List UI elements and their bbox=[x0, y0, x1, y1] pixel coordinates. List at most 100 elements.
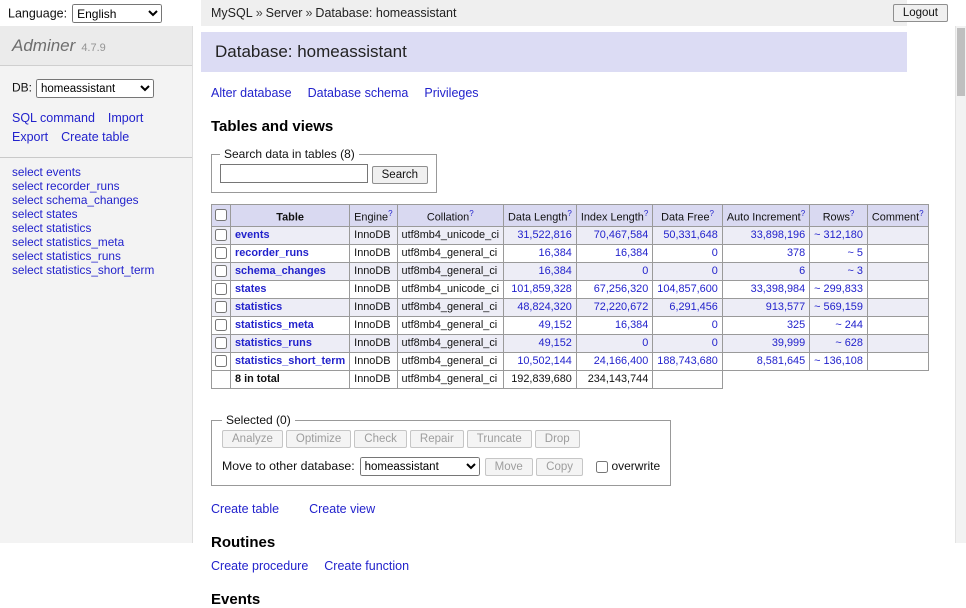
column-help-sup[interactable]: ? bbox=[644, 209, 648, 218]
create-function-link[interactable]: Create function bbox=[324, 559, 409, 573]
table-link[interactable]: statistics_meta bbox=[46, 235, 124, 249]
select-link[interactable]: select bbox=[12, 165, 43, 179]
column-header[interactable]: Collation? bbox=[397, 204, 503, 227]
rows-count-link[interactable]: ~ 628 bbox=[835, 337, 863, 349]
select-link[interactable]: select bbox=[12, 263, 43, 277]
rows-count-link[interactable]: ~ 136,108 bbox=[814, 355, 863, 367]
bulk-action-button[interactable]: Analyze bbox=[222, 430, 283, 448]
auto-increment-link[interactable]: 6 bbox=[799, 265, 805, 277]
row-checkbox[interactable] bbox=[215, 319, 227, 331]
data-free-link[interactable]: 0 bbox=[712, 265, 718, 277]
column-help-sup[interactable]: ? bbox=[469, 209, 473, 218]
table-name-link[interactable]: statistics_runs bbox=[235, 337, 312, 349]
move-button[interactable]: Move bbox=[485, 458, 533, 476]
auto-increment-link[interactable]: 33,898,196 bbox=[751, 229, 806, 241]
create-table-link-sidebar[interactable]: Create table bbox=[61, 130, 129, 144]
db-select[interactable]: homeassistant bbox=[36, 79, 154, 98]
data-length-link[interactable]: 49,152 bbox=[539, 319, 572, 331]
data-length-link[interactable]: 10,502,144 bbox=[517, 355, 572, 367]
import-link[interactable]: Import bbox=[108, 111, 143, 125]
column-help-sup[interactable]: ? bbox=[919, 209, 923, 218]
rows-count-link[interactable]: ~ 5 bbox=[847, 247, 862, 259]
index-length-link[interactable]: 24,166,400 bbox=[594, 355, 649, 367]
create-view-link[interactable]: Create view bbox=[309, 502, 375, 516]
bulk-action-button[interactable]: Drop bbox=[535, 430, 580, 448]
data-free-link[interactable]: 0 bbox=[712, 337, 718, 349]
language-select[interactable]: English bbox=[72, 4, 162, 23]
data-free-link[interactable]: 50,331,648 bbox=[663, 229, 718, 241]
row-checkbox[interactable] bbox=[215, 229, 227, 241]
index-length-link[interactable]: 16,384 bbox=[615, 247, 648, 259]
table-name-link[interactable]: recorder_runs bbox=[235, 247, 309, 259]
select-link[interactable]: select bbox=[12, 179, 43, 193]
table-link[interactable]: statistics bbox=[46, 221, 91, 235]
table-link[interactable]: states bbox=[46, 207, 77, 221]
table-name-link[interactable]: events bbox=[235, 229, 270, 241]
rows-count-link[interactable]: ~ 244 bbox=[835, 319, 863, 331]
copy-button[interactable]: Copy bbox=[536, 458, 583, 476]
select-link[interactable]: select bbox=[12, 207, 43, 221]
table-name-link[interactable]: statistics bbox=[235, 301, 282, 313]
rows-count-link[interactable]: ~ 3 bbox=[847, 265, 862, 277]
data-free-link[interactable]: 0 bbox=[712, 319, 718, 331]
column-help-sup[interactable]: ? bbox=[850, 209, 854, 218]
overwrite-checkbox[interactable] bbox=[596, 461, 608, 473]
data-length-link[interactable]: 101,859,328 bbox=[511, 283, 572, 295]
adminer-logo-link[interactable]: Adminer bbox=[12, 36, 75, 55]
database-schema-link[interactable]: Database schema bbox=[308, 86, 409, 100]
table-link[interactable]: recorder_runs bbox=[46, 179, 119, 193]
index-length-link[interactable]: 67,256,320 bbox=[594, 283, 649, 295]
index-length-link[interactable]: 0 bbox=[642, 265, 648, 277]
index-length-link[interactable]: 16,384 bbox=[615, 319, 648, 331]
select-link[interactable]: select bbox=[12, 249, 43, 263]
index-length-link[interactable]: 70,467,584 bbox=[594, 229, 649, 241]
search-input[interactable] bbox=[220, 164, 368, 183]
alter-database-link[interactable]: Alter database bbox=[211, 86, 292, 100]
export-link[interactable]: Export bbox=[12, 130, 48, 144]
rows-count-link[interactable]: ~ 569,159 bbox=[814, 301, 863, 313]
scrollbar-thumb[interactable] bbox=[957, 28, 965, 96]
column-help-sup[interactable]: ? bbox=[801, 209, 805, 218]
move-database-select[interactable]: homeassistant bbox=[360, 457, 480, 476]
table-link[interactable]: statistics_short_term bbox=[46, 263, 154, 277]
auto-increment-link[interactable]: 33,398,984 bbox=[751, 283, 806, 295]
bulk-action-button[interactable]: Repair bbox=[410, 430, 464, 448]
auto-increment-link[interactable]: 8,581,645 bbox=[757, 355, 805, 367]
table-link[interactable]: statistics_runs bbox=[46, 249, 121, 263]
row-checkbox[interactable] bbox=[215, 265, 227, 277]
bulk-action-button[interactable]: Optimize bbox=[286, 430, 351, 448]
auto-increment-link[interactable]: 39,999 bbox=[772, 337, 805, 349]
column-help-sup[interactable]: ? bbox=[567, 209, 571, 218]
privileges-link[interactable]: Privileges bbox=[424, 86, 478, 100]
bulk-action-button[interactable]: Truncate bbox=[467, 430, 532, 448]
column-header[interactable]: Data Free? bbox=[653, 204, 723, 227]
row-checkbox[interactable] bbox=[215, 247, 227, 259]
data-length-link[interactable]: 16,384 bbox=[539, 265, 572, 277]
row-checkbox[interactable] bbox=[215, 301, 227, 313]
create-procedure-link[interactable]: Create procedure bbox=[211, 559, 308, 573]
column-header[interactable]: Rows? bbox=[810, 204, 868, 227]
data-length-link[interactable]: 49,152 bbox=[539, 337, 572, 349]
index-length-link[interactable]: 72,220,672 bbox=[594, 301, 649, 313]
index-length-link[interactable]: 0 bbox=[642, 337, 648, 349]
data-free-link[interactable]: 104,857,600 bbox=[657, 283, 718, 295]
table-link[interactable]: schema_changes bbox=[46, 193, 138, 207]
data-free-link[interactable]: 6,291,456 bbox=[669, 301, 717, 313]
data-length-link[interactable]: 31,522,816 bbox=[517, 229, 572, 241]
select-all-checkbox[interactable] bbox=[215, 209, 227, 221]
bulk-action-button[interactable]: Check bbox=[354, 430, 407, 448]
column-help-sup[interactable]: ? bbox=[388, 209, 392, 218]
column-header[interactable]: Data Length? bbox=[504, 204, 577, 227]
sql-command-link[interactable]: SQL command bbox=[12, 111, 95, 125]
row-checkbox[interactable] bbox=[215, 355, 227, 367]
row-checkbox[interactable] bbox=[215, 283, 227, 295]
row-checkbox[interactable] bbox=[215, 337, 227, 349]
column-header[interactable]: Comment? bbox=[867, 204, 928, 227]
table-name-link[interactable]: schema_changes bbox=[235, 265, 326, 277]
column-header[interactable]: Engine? bbox=[350, 204, 397, 227]
auto-increment-link[interactable]: 325 bbox=[787, 319, 805, 331]
breadcrumb-server-link[interactable]: Server bbox=[266, 6, 303, 20]
auto-increment-link[interactable]: 378 bbox=[787, 247, 805, 259]
data-length-link[interactable]: 16,384 bbox=[539, 247, 572, 259]
logout-button[interactable]: Logout bbox=[893, 4, 948, 22]
